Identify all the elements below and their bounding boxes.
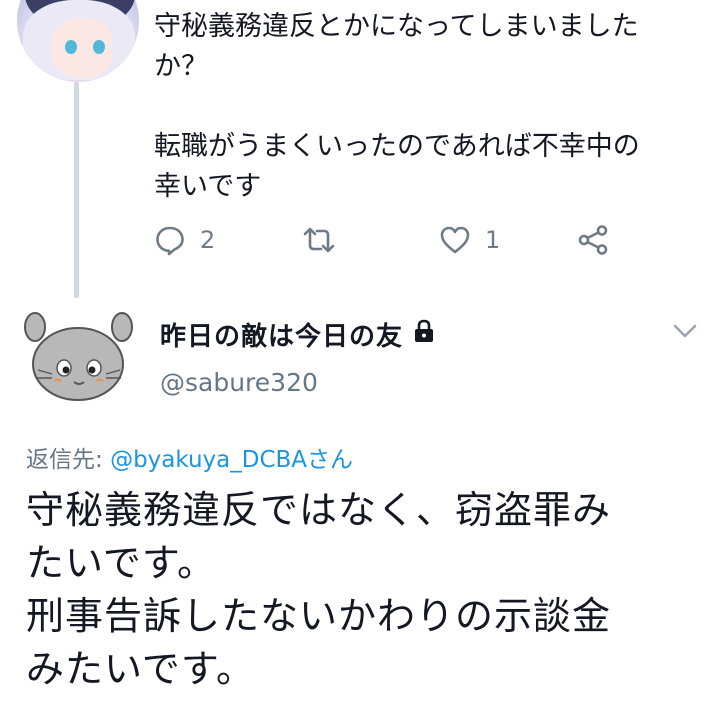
tweet-text-line: 転職がうまくいったのであれば不幸中の	[154, 131, 640, 162]
lock-icon	[413, 319, 435, 350]
retweet-button[interactable]	[302, 220, 336, 260]
tweet-text-line: たいです。	[26, 541, 217, 585]
parent-tweet-text[interactable]: 守秘義務違反とかになってしまいました か？ 転職がうまくいったのであれば不幸中の…	[154, 7, 704, 207]
avatar-eye	[93, 40, 105, 54]
tweet-text-line: か？	[154, 51, 208, 82]
thread-connector-line	[74, 82, 79, 298]
tweet-text-gap	[154, 87, 704, 127]
reply-icon	[156, 226, 184, 256]
tweet-text-line: 守秘義務違反ではなく、窃盗罪み	[26, 488, 612, 532]
tweet-text-line: 守秘義務違反とかになってしまいました	[154, 11, 639, 42]
like-button[interactable]: 1	[439, 220, 500, 260]
tweet-text-line: 幸いです	[154, 171, 262, 202]
reply-context: 返信先: @byakuya_DCBAさん	[26, 440, 353, 474]
reply-count: 2	[200, 226, 216, 254]
display-name-text: 昨日の敵は今日の友	[160, 322, 404, 352]
reply-tweet-text[interactable]: 守秘義務違反ではなく、窃盗罪み たいです。 刑事告訴したないかわりの示談金 みた…	[26, 484, 706, 696]
reply-author-avatar[interactable]	[24, 312, 136, 402]
like-icon	[440, 226, 470, 254]
reply-to-mention-link[interactable]: @byakuya_DCBAさん	[110, 447, 353, 473]
reply-author-name[interactable]: 昨日の敵は今日の友	[160, 316, 435, 353]
reply-author-handle[interactable]: @sabure320	[160, 368, 318, 397]
share-icon	[578, 225, 608, 255]
tweet-text-line: 刑事告訴したないかわりの示談金	[26, 594, 612, 638]
avatar-eye	[65, 40, 77, 54]
retweet-icon	[303, 227, 335, 253]
reply-button[interactable]: 2	[154, 220, 215, 260]
tweet-action-bar: 2 1	[154, 220, 634, 260]
reply-to-label: 返信先:	[26, 447, 111, 473]
share-button[interactable]	[577, 220, 609, 260]
like-count: 1	[485, 226, 501, 254]
parent-author-avatar[interactable]	[17, 0, 139, 82]
tweet-text-line: みたいです。	[26, 647, 256, 691]
chevron-down-icon[interactable]	[672, 322, 698, 340]
